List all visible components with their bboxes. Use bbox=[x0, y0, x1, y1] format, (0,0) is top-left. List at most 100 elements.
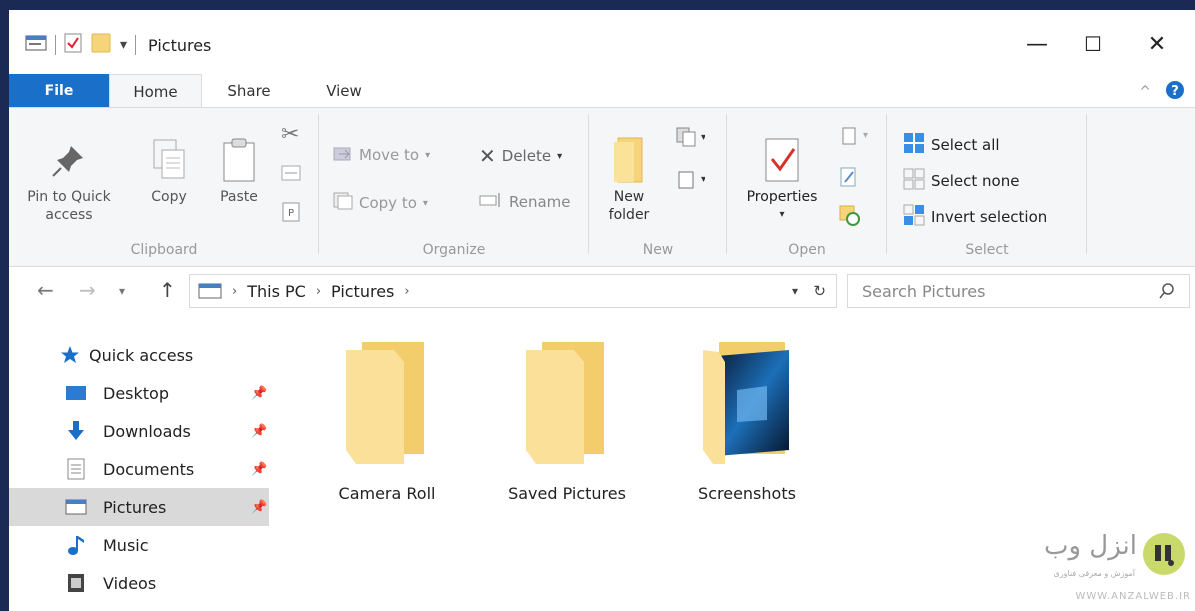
back-arrow-icon[interactable]: ← bbox=[37, 278, 54, 302]
clipboard-group-label: Clipboard bbox=[130, 242, 198, 258]
pin-icon[interactable]: 📌 bbox=[251, 462, 267, 477]
breadcrumb-this-pc[interactable]: This PC bbox=[247, 282, 306, 301]
chevron-down-icon: ▾ bbox=[422, 197, 428, 209]
music-note-icon bbox=[65, 534, 87, 556]
select-all-label: Select all bbox=[931, 136, 1000, 154]
pin-to-quick-access-button[interactable]: Pin to Quick access bbox=[17, 132, 121, 224]
easy-access-icon[interactable]: ▾ bbox=[675, 168, 706, 196]
ribbon-right-controls: ^ ? bbox=[1139, 80, 1185, 104]
copy-to-button[interactable]: Copy to ▾ bbox=[333, 192, 428, 214]
copy-to-label: Copy to bbox=[359, 194, 417, 212]
refresh-icon[interactable]: ↻ bbox=[813, 282, 826, 300]
invert-selection-button[interactable]: Invert selection bbox=[903, 204, 1047, 230]
history-icon[interactable] bbox=[839, 204, 861, 230]
cut-icon[interactable]: ✂ bbox=[281, 122, 299, 147]
select-none-icon bbox=[903, 168, 925, 194]
new-group-label: New bbox=[642, 242, 674, 258]
nav-item-music[interactable]: Music bbox=[9, 526, 269, 564]
pictures-location-icon bbox=[198, 283, 222, 299]
address-dropdown-chevron-icon[interactable]: ▾ bbox=[792, 284, 798, 298]
paste-shortcut-icon[interactable]: P bbox=[282, 202, 300, 226]
navigation-bar: ← → ▾ ↑ › This PC › Pictures › ▾ ↻ Searc… bbox=[9, 272, 1195, 310]
nav-item-quick-access[interactable]: Quick access bbox=[9, 336, 269, 374]
folder-label: Saved Pictures bbox=[508, 484, 626, 503]
nav-item-documents[interactable]: Documents 📌 bbox=[9, 450, 269, 488]
properties-icon bbox=[762, 132, 802, 188]
tab-view[interactable]: View bbox=[314, 74, 374, 108]
nav-item-label: Pictures bbox=[103, 497, 167, 517]
select-all-icon bbox=[903, 132, 925, 158]
search-input[interactable]: Search Pictures bbox=[847, 274, 1190, 308]
organize-group: Move to ▾ Copy to ▾ ✕ Delete ▾ Rename Or… bbox=[319, 108, 589, 266]
recent-locations-chevron-icon[interactable]: ▾ bbox=[119, 284, 125, 298]
select-none-button[interactable]: Select none bbox=[903, 168, 1019, 194]
address-bar[interactable]: › This PC › Pictures › ▾ ↻ bbox=[189, 274, 837, 308]
download-arrow-icon bbox=[65, 420, 87, 442]
nav-item-label: Quick access bbox=[89, 345, 194, 365]
paste-button[interactable]: Paste bbox=[213, 132, 265, 206]
delete-button[interactable]: ✕ Delete ▾ bbox=[479, 144, 562, 168]
document-icon bbox=[65, 458, 87, 480]
tab-home[interactable]: Home bbox=[109, 74, 202, 108]
clipboard-group: Pin to Quick access Copy Paste ✂ P Clipb… bbox=[9, 108, 319, 266]
search-icon bbox=[1159, 282, 1175, 304]
folder-item[interactable]: Saved Pictures bbox=[482, 340, 652, 503]
minimize-icon: — bbox=[1026, 31, 1048, 57]
paste-label: Paste bbox=[220, 189, 258, 205]
pin-icon[interactable]: 📌 bbox=[251, 424, 267, 439]
nav-item-label: Documents bbox=[103, 459, 195, 479]
pin-icon[interactable]: 📌 bbox=[251, 500, 267, 515]
open-group-label: Open bbox=[788, 242, 826, 258]
minimize-button[interactable]: — bbox=[1017, 28, 1057, 60]
collapse-ribbon-icon[interactable]: ^ bbox=[1139, 84, 1151, 100]
nav-item-downloads[interactable]: Downloads 📌 bbox=[9, 412, 269, 450]
new-folder-quick-icon[interactable] bbox=[90, 32, 112, 58]
svg-text:▾: ▾ bbox=[863, 130, 868, 141]
title-bar: ▾ Pictures — ☐ ✕ bbox=[9, 10, 1195, 74]
nav-item-pictures[interactable]: Pictures 📌 bbox=[9, 488, 269, 526]
nav-item-desktop[interactable]: Desktop 📌 bbox=[9, 374, 269, 412]
select-none-label: Select none bbox=[931, 172, 1020, 190]
properties-button[interactable]: Properties ▾ bbox=[737, 132, 827, 224]
desktop-icon bbox=[65, 382, 87, 404]
system-menu-icon[interactable] bbox=[25, 35, 47, 55]
delete-icon: ✕ bbox=[479, 144, 496, 168]
open-icon[interactable]: ▾ bbox=[839, 126, 869, 152]
forward-arrow-icon[interactable]: → bbox=[79, 278, 96, 302]
close-button[interactable]: ✕ bbox=[1137, 28, 1177, 60]
window-title: Pictures bbox=[148, 35, 212, 55]
new-folder-button[interactable]: New folder bbox=[599, 132, 659, 224]
select-group: Select all Select none Invert selection … bbox=[887, 108, 1087, 266]
rename-icon bbox=[479, 192, 503, 212]
select-all-button[interactable]: Select all bbox=[903, 132, 1000, 158]
breadcrumb-pictures[interactable]: Pictures bbox=[331, 282, 394, 301]
help-icon[interactable]: ? bbox=[1165, 80, 1185, 104]
chevron-down-icon: ▾ bbox=[557, 150, 563, 162]
nav-item-videos[interactable]: Videos bbox=[9, 564, 269, 602]
pin-icon[interactable]: 📌 bbox=[251, 386, 267, 401]
maximize-button[interactable]: ☐ bbox=[1073, 28, 1113, 60]
copy-to-icon bbox=[333, 192, 353, 214]
svg-text:P: P bbox=[288, 208, 294, 219]
move-to-button[interactable]: Move to ▾ bbox=[333, 144, 430, 166]
up-arrow-icon[interactable]: ↑ bbox=[159, 278, 176, 302]
copy-button[interactable]: Copy bbox=[145, 132, 193, 206]
pin-label-line2: access bbox=[45, 207, 93, 223]
open-group: Properties ▾ ▾ Open bbox=[727, 108, 887, 266]
rename-button[interactable]: Rename bbox=[479, 192, 571, 212]
copy-path-icon[interactable] bbox=[281, 164, 301, 186]
move-to-icon bbox=[333, 144, 353, 166]
copy-icon bbox=[151, 132, 187, 188]
edit-icon[interactable] bbox=[839, 166, 859, 192]
tab-share[interactable]: Share bbox=[214, 74, 284, 108]
search-placeholder: Search Pictures bbox=[862, 281, 986, 301]
folder-item[interactable]: Camera Roll bbox=[302, 340, 472, 503]
delete-label: Delete bbox=[501, 147, 552, 165]
watermark-tagline: آموزش و معرفی فناوری bbox=[1053, 569, 1135, 578]
folder-item[interactable]: Screenshots bbox=[662, 340, 832, 503]
new-item-icon[interactable]: ▾ bbox=[675, 126, 706, 154]
tab-file[interactable]: File bbox=[9, 74, 109, 108]
customize-toolbar-icon[interactable]: ▾ bbox=[120, 37, 127, 53]
properties-quick-icon[interactable] bbox=[64, 33, 82, 57]
organize-group-label: Organize bbox=[422, 242, 486, 258]
